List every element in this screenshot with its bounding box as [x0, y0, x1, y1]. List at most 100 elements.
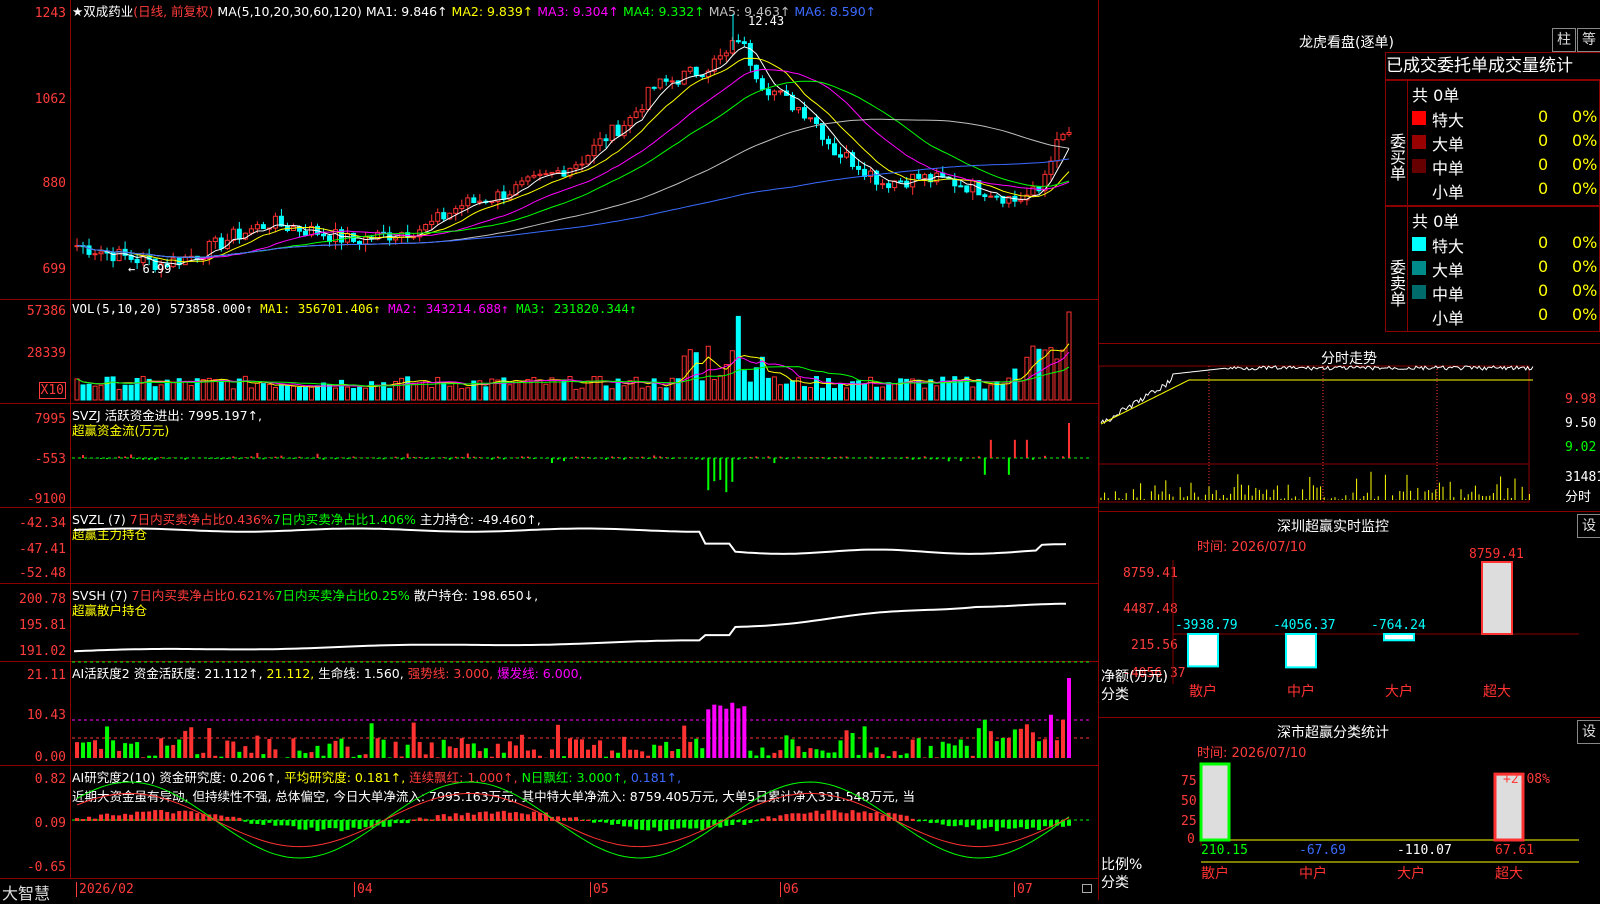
activity-bar — [712, 705, 716, 758]
row-count: 0 — [1538, 233, 1548, 252]
volume-bar — [833, 389, 837, 400]
price-line — [1101, 366, 1533, 423]
monitor-bar — [1286, 634, 1316, 667]
activity-bar — [508, 741, 512, 758]
svzl-chart[interactable] — [0, 508, 1098, 584]
research-bar — [99, 815, 103, 821]
svzl-pane[interactable]: -42.34 -47.41 -52.48 SVZL (7) 7日内买卖净占比0.… — [0, 508, 1098, 584]
volume-bar — [225, 382, 229, 400]
research-bar — [406, 820, 410, 823]
candle-down — [652, 87, 656, 88]
research-bar — [790, 813, 794, 821]
research-bar — [640, 820, 644, 830]
research-bar — [394, 820, 398, 823]
legend-swatch-icon — [1412, 135, 1426, 149]
candle-up — [634, 112, 638, 118]
research-bar — [730, 820, 734, 825]
activity-bar — [640, 751, 644, 758]
research-bar — [1007, 820, 1011, 829]
volume-bar — [538, 380, 542, 400]
candle-up — [845, 153, 849, 157]
candle-up — [911, 174, 915, 187]
activity-bar — [165, 746, 169, 758]
research-bar — [700, 820, 704, 830]
class-bar — [1201, 764, 1229, 840]
minute-frame — [1099, 366, 1529, 502]
research-bar — [610, 820, 614, 825]
category-label: 中户 — [1287, 683, 1315, 700]
lock-icon[interactable] — [1082, 884, 1092, 893]
activity-bar — [688, 742, 692, 758]
candle-down — [736, 41, 740, 42]
activity-bar — [881, 754, 885, 758]
kline-chart[interactable] — [0, 0, 1098, 300]
activity-bar — [802, 752, 806, 758]
research-bar — [628, 820, 632, 827]
activity-bar — [598, 740, 602, 758]
activity-bar — [231, 742, 235, 758]
research-bar — [496, 812, 500, 821]
research-bar — [225, 817, 229, 821]
volume-bar — [514, 381, 518, 400]
candle-down — [261, 225, 265, 229]
row-pct: 0% — [1572, 107, 1597, 126]
ai-research-chart[interactable] — [0, 766, 1098, 878]
activity-bar — [514, 745, 518, 758]
equal-mode-button[interactable]: 等 — [1577, 28, 1600, 52]
ai-research-pane[interactable]: 0.82 0.09 -0.65 AI研究度2(10) 资金研究度: 0.206↑… — [0, 766, 1098, 878]
minute-panel[interactable]: 分时走势 9.98 9.50 9.02 31481 分时 — [1099, 344, 1600, 512]
bar-mode-button[interactable]: 柱 — [1552, 28, 1576, 52]
activity-bar — [255, 736, 259, 758]
activity-bar — [201, 753, 205, 758]
volume-bar — [291, 386, 295, 400]
volume-bar — [700, 381, 704, 400]
activity-bar — [291, 738, 295, 758]
volume-bar — [153, 387, 157, 400]
activity-bar — [243, 746, 247, 758]
volume-bar — [117, 389, 121, 400]
candle-up — [520, 181, 524, 185]
ai-activity-chart[interactable] — [0, 662, 1098, 766]
research-bar — [117, 815, 121, 821]
research-bar — [670, 820, 674, 829]
activity-bar — [364, 754, 368, 758]
research-bar — [694, 820, 698, 828]
volume-bar — [730, 351, 734, 400]
activity-bar — [706, 709, 710, 758]
research-bar — [502, 811, 506, 821]
svzj-chart[interactable] — [0, 404, 1098, 508]
candle-down — [760, 79, 764, 90]
research-bar — [472, 815, 476, 821]
row-pct: 0% — [1572, 233, 1597, 252]
activity-bar — [959, 740, 963, 758]
minute-chart[interactable] — [1099, 344, 1600, 512]
candle-up — [544, 174, 548, 175]
activity-bar — [334, 741, 338, 758]
volume-chart[interactable] — [0, 300, 1098, 404]
row-count: 0 — [1538, 305, 1548, 324]
activity-bar — [346, 747, 350, 758]
activity-bar — [652, 745, 656, 758]
volume-bar — [334, 388, 338, 400]
svzj-pane[interactable]: 7995 -553 -9100 SVZJ 活跃资金进出: 7995.197↑, … — [0, 404, 1098, 508]
volume-bar — [604, 386, 608, 400]
volume-bar — [129, 385, 133, 400]
volume-bar — [875, 387, 879, 400]
volume-bar — [977, 379, 981, 400]
lhb-title: 龙虎看盘(逐单) — [1299, 32, 1394, 52]
ai-activity-pane[interactable]: 21.11 10.43 0.00 AI活跃度2 资金活跃度: 21.112↑, … — [0, 662, 1098, 766]
research-bar — [340, 820, 344, 831]
kline-pane[interactable]: 1243 1062 880 699 ★双成药业(日线, 前复权) MA(5,10… — [0, 0, 1098, 300]
research-bar — [1025, 820, 1029, 829]
research-bar — [784, 814, 788, 821]
svsh-chart[interactable] — [0, 584, 1098, 662]
volume-pane[interactable]: 57386 28339 X10 VOL(5,10,20) 573858.000↑… — [0, 300, 1098, 404]
svsh-pane[interactable]: 200.78 195.81 191.02 SVSH (7) 7日内买卖净占比0.… — [0, 584, 1098, 662]
volume-bar — [279, 385, 283, 400]
volume-bar — [718, 375, 722, 400]
volume-bar — [772, 377, 776, 400]
sz-class-panel: 深市超赢分类统计 设 时间: 2026/07/10 75 50 25 0 210… — [1099, 718, 1600, 900]
legend-swatch-icon — [1412, 111, 1426, 125]
candle-down — [321, 234, 325, 236]
activity-bar — [742, 706, 746, 758]
